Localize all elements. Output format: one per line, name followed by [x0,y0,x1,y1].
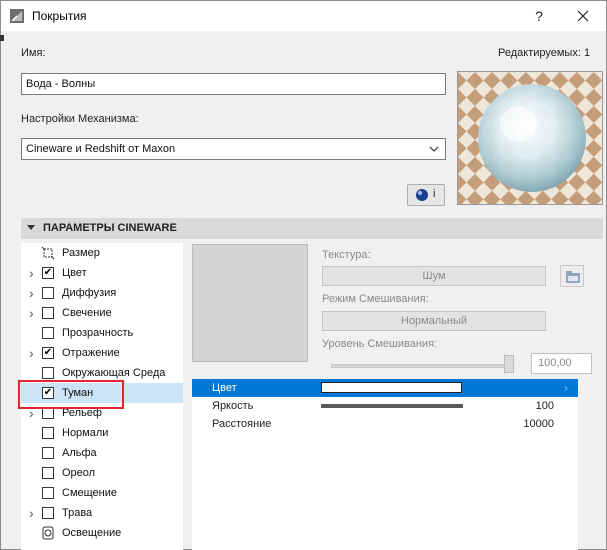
parameter-name: Расстояние [212,418,272,430]
channel-label: Трава [62,507,93,519]
channel-item[interactable]: › ✔ Отражение [21,343,183,363]
close-icon [577,10,589,22]
texture-preview [192,244,308,362]
parameter-list: Цвет › Яркость 100 Расстояние 10000 [192,379,578,550]
info-label: i [433,188,436,200]
channel-item[interactable]: › Трава [21,503,183,523]
brightness-bar[interactable] [321,404,463,408]
surfaces-dialog: Покрытия ? Имя: Редактируемых: 1 Вода - … [0,0,607,550]
cineware-parameters-header[interactable]: ПАРАМЕТРЫ CINEWARE [21,218,603,239]
section-title: ПАРАМЕТРЫ CINEWARE [43,222,177,234]
parameter-name: Цвет [212,382,237,394]
engine-select[interactable]: Cineware и Redshift от Maxon [21,138,446,160]
channel-label: Размер [62,247,100,259]
channel-label: Прозрачность [62,327,134,339]
channel-checkbox[interactable] [42,287,54,299]
blend-level-slider-thumb[interactable] [504,355,514,373]
channel-checkbox[interactable] [42,367,54,379]
channel-checkbox[interactable]: ✔ [42,347,54,359]
editable-count: Редактируемых: 1 [498,47,591,59]
window-title: Покрытия [32,9,87,23]
chevron-right-icon[interactable]: › [564,379,568,397]
folder-icon [566,271,580,283]
collapse-triangle-icon [27,225,35,230]
channel-label: Альфа [62,447,97,459]
chevron-right-icon[interactable]: › [29,283,34,303]
channel-item[interactable]: Ореол [21,463,183,483]
texture-button[interactable]: Шум [322,266,546,286]
channel-label: Нормали [62,427,109,439]
channel-checkbox[interactable] [42,447,54,459]
blend-mode-label: Режим Смешивания: [322,293,429,305]
channel-item[interactable]: Альфа [21,443,183,463]
parameter-name: Яркость [212,400,254,412]
channel-label: Смещение [62,487,118,499]
engine-label: Настройки Механизма: [21,113,139,125]
size-icon [41,246,55,260]
chevron-right-icon[interactable]: › [29,263,34,283]
channel-label: Цвет [62,267,87,279]
channel-checkbox[interactable] [42,467,54,479]
chevron-right-icon[interactable]: › [29,343,34,363]
blend-mode-select[interactable]: Нормальный [322,311,546,331]
chevron-down-icon [429,146,439,152]
selection-highlight-box [18,380,124,409]
parameter-value[interactable]: 10000 [523,415,554,433]
chevron-right-icon[interactable]: › [29,503,34,523]
name-label: Имя: [21,47,46,59]
name-field[interactable]: Вода - Волны [21,73,446,95]
brightness-bar-fill [321,404,463,408]
close-button[interactable] [563,1,603,31]
materials-icon [10,9,24,23]
texture-folder-button[interactable] [560,265,584,287]
parameter-row[interactable]: Яркость 100 [192,397,578,415]
material-preview [457,71,603,205]
channel-checkbox[interactable]: ✔ [42,267,54,279]
parameter-row[interactable]: Расстояние 10000 [192,415,578,433]
cinema4d-icon [416,189,428,201]
help-button[interactable]: ? [519,1,559,31]
channel-item[interactable]: Нормали [21,423,183,443]
channel-label: Освещение [62,527,122,539]
cineware-info-button[interactable]: i [407,184,445,206]
color-swatch[interactable] [321,382,462,393]
help-icon: ? [535,8,543,24]
channel-checkbox[interactable] [42,507,54,519]
channel-checkbox[interactable] [42,487,54,499]
channel-item[interactable]: Освещение [21,523,183,543]
blend-level-value[interactable]: 100,00 [531,353,592,374]
parameter-value[interactable]: 100 [536,397,554,415]
blend-level-slider[interactable] [331,364,511,368]
channel-item[interactable]: Прозрачность [21,323,183,343]
channel-checkbox[interactable] [42,327,54,339]
channel-checkbox[interactable] [42,427,54,439]
texture-label: Текстура: [322,249,371,261]
channel-item[interactable]: Размер [21,243,183,263]
channel-label: Диффузия [62,287,117,299]
channel-label: Ореол [62,467,96,479]
engine-select-value: Cineware и Redshift от Maxon [26,143,176,155]
parameter-row[interactable]: Цвет › [192,379,578,397]
channel-item[interactable]: › Свечение [21,303,183,323]
channel-item[interactable]: › ✔ Цвет [21,263,183,283]
channel-checkbox[interactable] [42,307,54,319]
blend-level-label: Уровень Смешивания: [322,338,438,350]
chevron-right-icon[interactable]: › [29,303,34,323]
material-preview-image [458,72,602,204]
channel-label: Свечение [62,307,112,319]
window-edge-marker [0,35,4,41]
channel-item[interactable]: › Диффузия [21,283,183,303]
title-bar: Покрытия ? [1,1,606,31]
channel-item[interactable]: Смещение [21,483,183,503]
lighting-icon [42,526,54,540]
channel-label: Отражение [62,347,120,359]
